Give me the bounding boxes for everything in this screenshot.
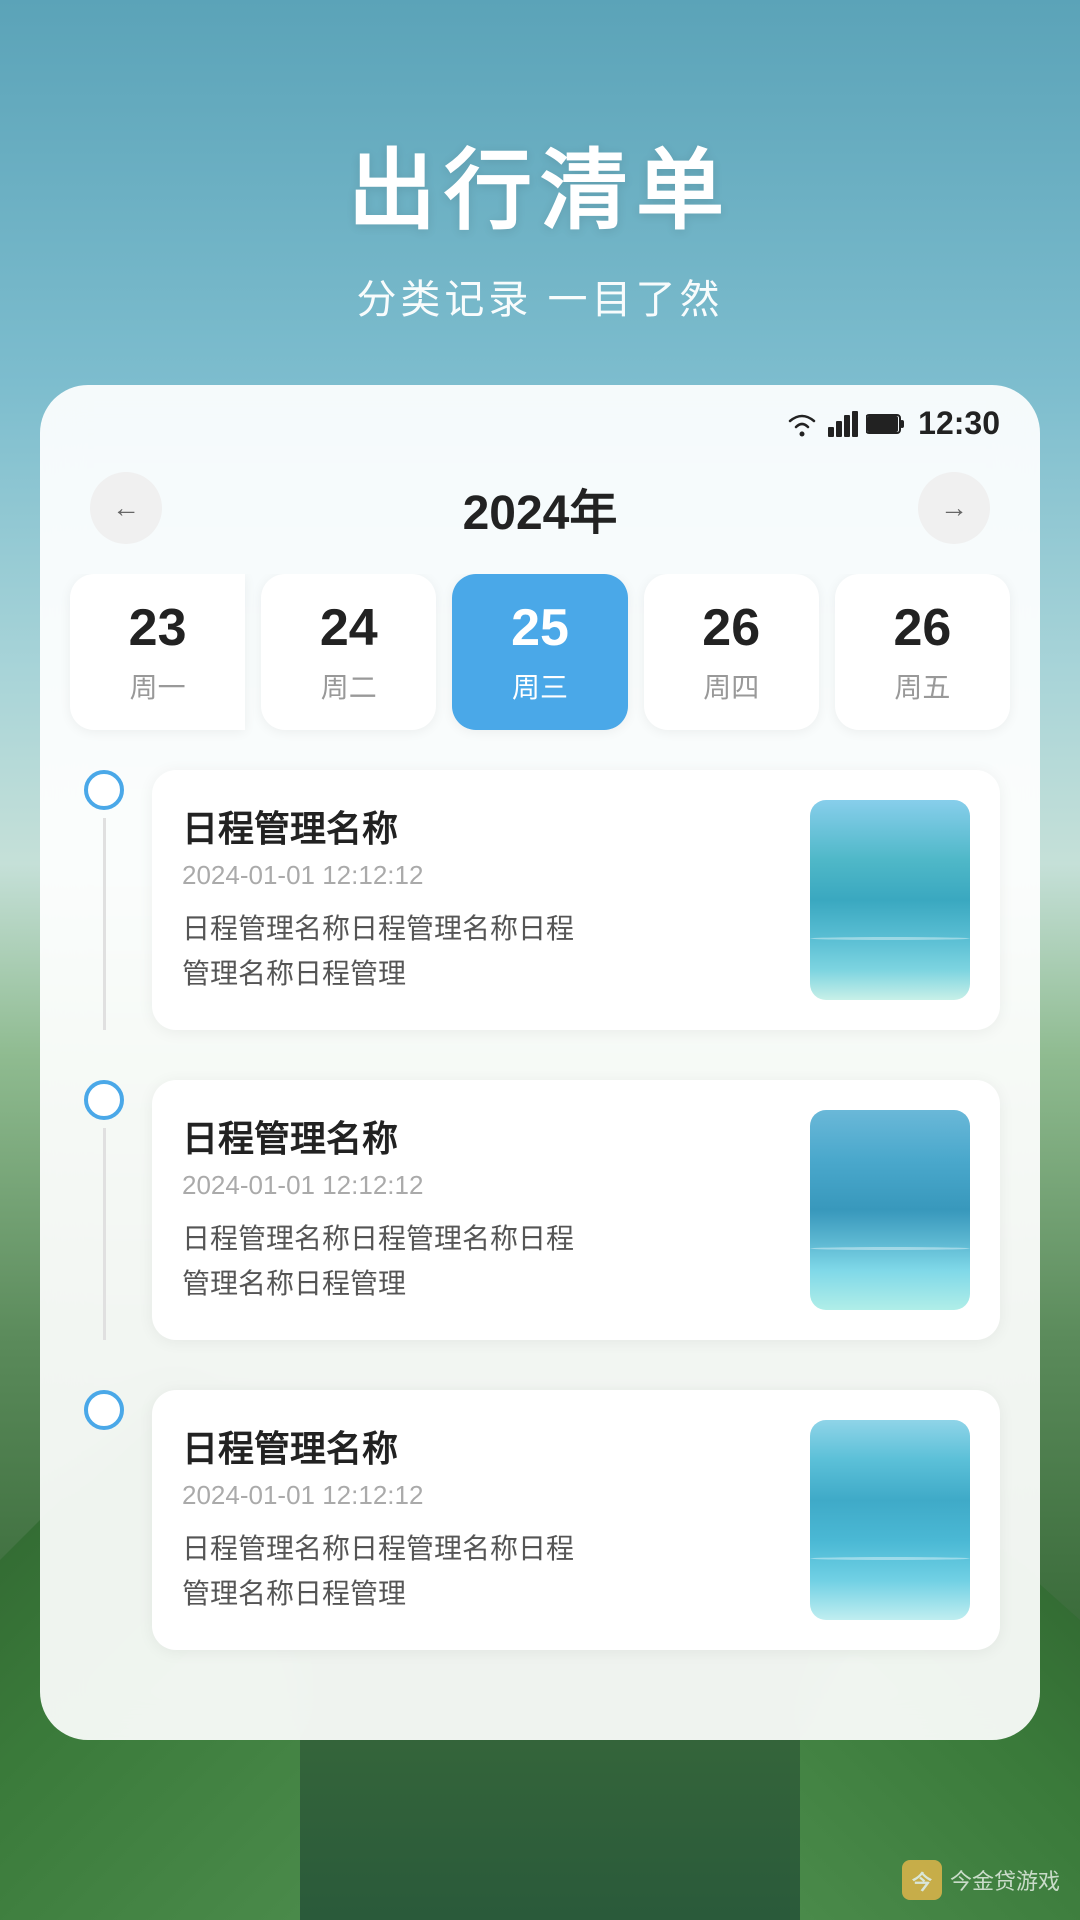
page-title: 出行清单: [0, 120, 1080, 247]
schedule-image: [810, 1420, 970, 1620]
signal-icon: [828, 411, 858, 437]
schedule-thumbnail: [810, 1110, 970, 1310]
timeline-dot: [84, 1080, 124, 1120]
timeline-col: [80, 770, 128, 1030]
timeline-line: [103, 1128, 106, 1340]
date-weekday: 周五: [835, 666, 1010, 706]
date-cell-3[interactable]: 25 周三: [452, 574, 627, 730]
date-cell-5[interactable]: 26 周五: [835, 574, 1010, 730]
schedule-title: 日程管理名称: [182, 1110, 790, 1162]
year-label: 2024年: [463, 473, 618, 543]
timeline-col: [80, 1390, 128, 1650]
status-icons: [784, 411, 906, 437]
schedule-content: 日程管理名称 2024-01-01 12:12:12 日程管理名称日程管理名称日…: [152, 1080, 1000, 1340]
wifi-icon: [784, 411, 820, 437]
schedule-title: 日程管理名称: [182, 800, 790, 852]
main-card-wrapper: 12:30 ← 2024年 → 23 周一 24 周二 25 周三 26 周四 …: [0, 385, 1080, 1740]
schedule-thumbnail: [810, 800, 970, 1000]
prev-month-button[interactable]: ←: [90, 472, 162, 544]
schedule-description: 日程管理名称日程管理名称日程管理名称日程管理: [182, 1527, 790, 1617]
schedule-description: 日程管理名称日程管理名称日程管理名称日程管理: [182, 907, 790, 997]
schedule-text: 日程管理名称 2024-01-01 12:12:12 日程管理名称日程管理名称日…: [182, 1420, 790, 1620]
schedule-time: 2024-01-01 12:12:12: [182, 1480, 790, 1511]
schedule-title: 日程管理名称: [182, 1420, 790, 1472]
schedule-content: 日程管理名称 2024-01-01 12:12:12 日程管理名称日程管理名称日…: [152, 1390, 1000, 1650]
schedule-text: 日程管理名称 2024-01-01 12:12:12 日程管理名称日程管理名称日…: [182, 1110, 790, 1310]
schedule-description: 日程管理名称日程管理名称日程管理名称日程管理: [182, 1217, 790, 1307]
prev-arrow-icon: ←: [112, 492, 140, 524]
brand-watermark: 今 今金贷游戏: [902, 1860, 1060, 1900]
timeline-line: [103, 818, 106, 1030]
status-time: 12:30: [918, 405, 1000, 442]
date-number: 24: [261, 598, 436, 658]
date-row: 23 周一 24 周二 25 周三 26 周四 26 周五: [40, 574, 1040, 770]
status-bar: 12:30: [40, 385, 1040, 452]
schedule-list: 日程管理名称 2024-01-01 12:12:12 日程管理名称日程管理名称日…: [40, 770, 1040, 1650]
schedule-time: 2024-01-01 12:12:12: [182, 1170, 790, 1201]
date-cell-4[interactable]: 26 周四: [644, 574, 819, 730]
date-weekday: 周一: [70, 666, 245, 706]
next-month-button[interactable]: →: [918, 472, 990, 544]
date-number: 26: [644, 598, 819, 658]
schedule-item-1[interactable]: 日程管理名称 2024-01-01 12:12:12 日程管理名称日程管理名称日…: [80, 770, 1000, 1030]
header-section: 出行清单 分类记录 一目了然: [0, 0, 1080, 385]
date-number: 25: [452, 598, 627, 658]
schedule-thumbnail: [810, 1420, 970, 1620]
brand-icon: 今: [902, 1860, 942, 1900]
date-weekday: 周三: [452, 666, 627, 706]
timeline-dot: [84, 1390, 124, 1430]
schedule-content: 日程管理名称 2024-01-01 12:12:12 日程管理名称日程管理名称日…: [152, 770, 1000, 1030]
date-cell-1[interactable]: 23 周一: [70, 574, 245, 730]
schedule-image: [810, 1110, 970, 1310]
page-subtitle: 分类记录 一目了然: [0, 267, 1080, 325]
brand-text: 今金贷游戏: [950, 1864, 1060, 1896]
next-arrow-icon: →: [940, 492, 968, 524]
date-number: 23: [70, 598, 245, 658]
timeline-dot: [84, 770, 124, 810]
main-card: 12:30 ← 2024年 → 23 周一 24 周二 25 周三 26 周四 …: [40, 385, 1040, 1740]
battery-icon: [866, 413, 906, 435]
date-number: 26: [835, 598, 1010, 658]
schedule-time: 2024-01-01 12:12:12: [182, 860, 790, 891]
date-weekday: 周二: [261, 666, 436, 706]
date-weekday: 周四: [644, 666, 819, 706]
schedule-image: [810, 800, 970, 1000]
timeline-col: [80, 1080, 128, 1340]
schedule-item-2[interactable]: 日程管理名称 2024-01-01 12:12:12 日程管理名称日程管理名称日…: [80, 1080, 1000, 1340]
calendar-nav: ← 2024年 →: [40, 452, 1040, 574]
schedule-item-3[interactable]: 日程管理名称 2024-01-01 12:12:12 日程管理名称日程管理名称日…: [80, 1390, 1000, 1650]
date-cell-2[interactable]: 24 周二: [261, 574, 436, 730]
schedule-text: 日程管理名称 2024-01-01 12:12:12 日程管理名称日程管理名称日…: [182, 800, 790, 1000]
